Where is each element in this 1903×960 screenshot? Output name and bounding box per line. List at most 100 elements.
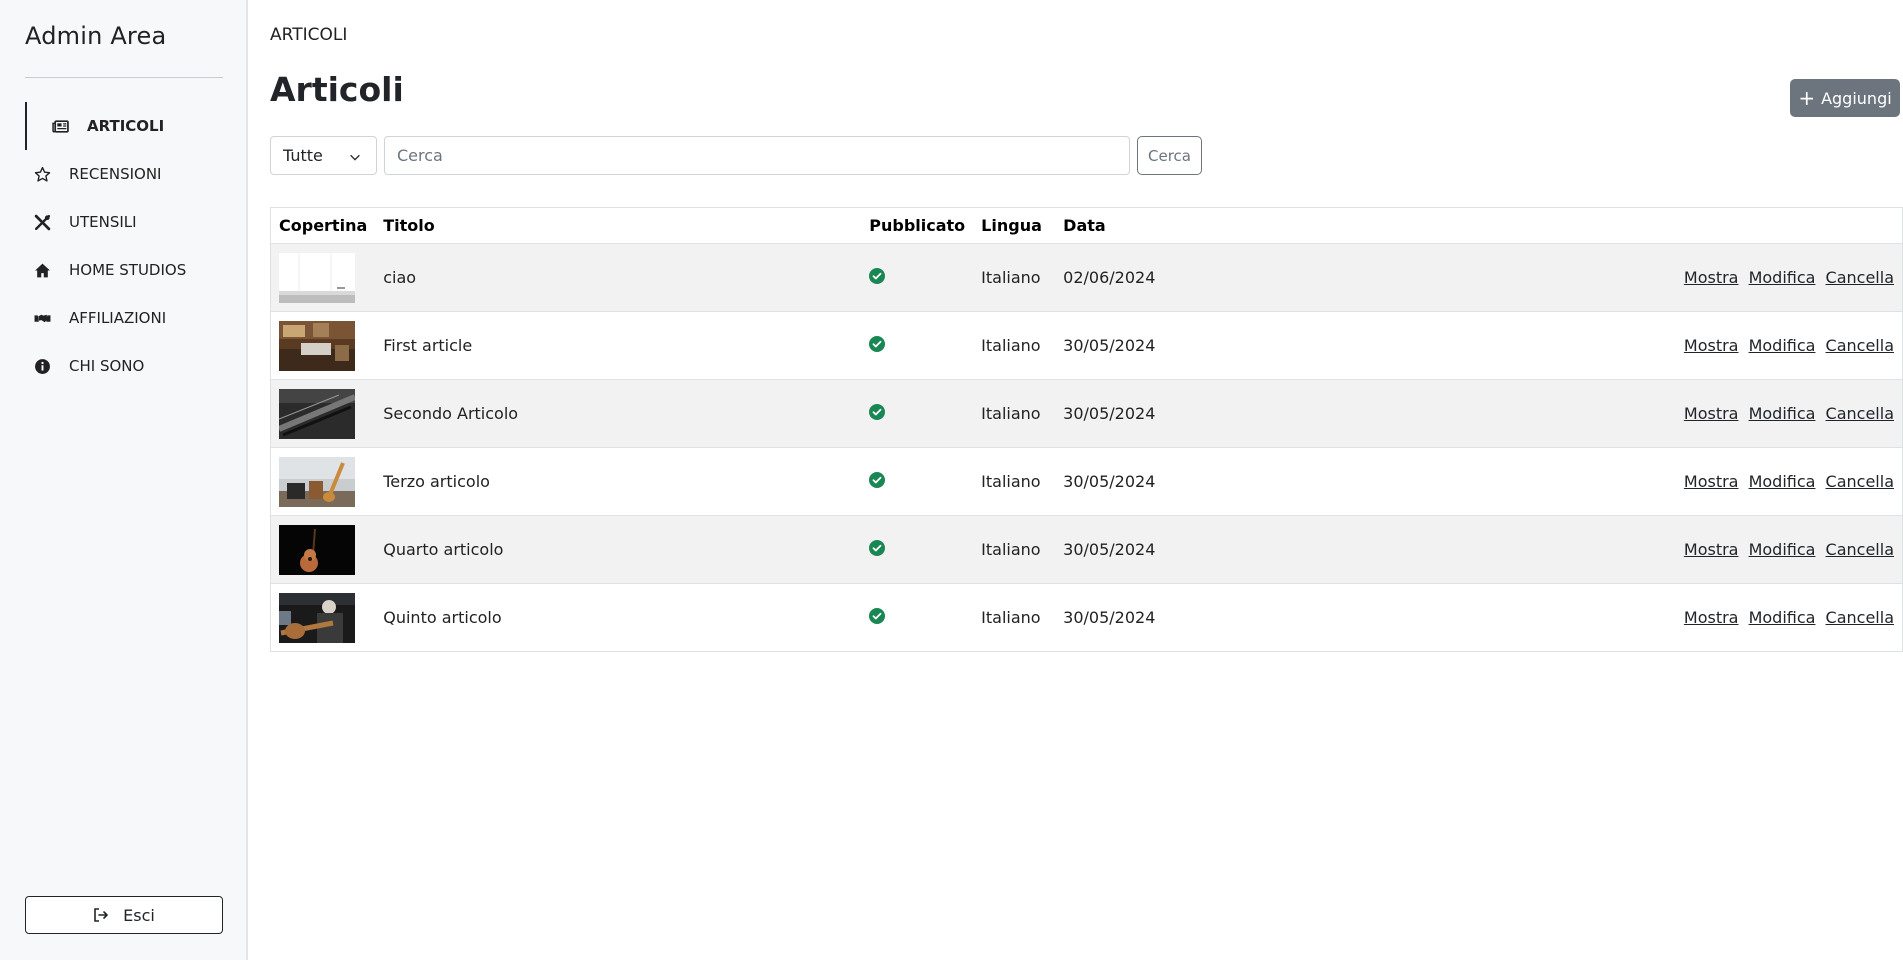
check-circle-icon [869,607,886,624]
delete-link[interactable]: Cancella [1826,404,1894,423]
home-icon [33,261,51,279]
date-cell: 30/05/2024 [1055,311,1326,380]
language-cell: Italiano [973,379,1056,448]
sidebar-item-label: HOME STUDIOS [69,261,187,279]
sidebar-item-label: ARTICOLI [87,117,165,135]
delete-link[interactable]: Cancella [1826,268,1894,287]
info-icon [33,357,51,375]
sidebar-item-label: AFFILIAZIONI [69,309,167,327]
delete-link[interactable]: Cancella [1826,336,1894,355]
delete-link[interactable]: Cancella [1826,472,1894,491]
column-header-lingua: Lingua [973,208,1056,244]
sidebar-item-chi-sono[interactable]: CHI SONO [25,342,223,390]
logout-button[interactable]: Esci [25,896,223,934]
title-cell: Quinto articolo [383,608,502,627]
table-row: ciao Italiano 02/06/2024 Mostra Modifica… [271,243,1902,312]
edit-link[interactable]: Modifica [1749,336,1816,355]
delete-link[interactable]: Cancella [1826,608,1894,627]
actions-cell: Mostra Modifica Cancella [1325,515,1902,584]
sidebar-item-home-studios[interactable]: HOME STUDIOS [25,246,223,294]
date-cell: 02/06/2024 [1055,243,1326,312]
published-cell [861,584,973,652]
sign-out-icon [94,908,108,922]
column-header-copertina: Copertina [271,208,376,244]
language-cell: Italiano [973,243,1056,312]
language-cell: Italiano [973,515,1056,584]
sidebar-item-articoli[interactable]: ARTICOLI [25,102,223,150]
check-circle-icon [869,471,886,488]
add-button[interactable]: + Aggiungi [1790,79,1900,117]
table-row: Quarto articolo Italiano 30/05/2024 Most… [271,515,1902,584]
show-link[interactable]: Mostra [1684,472,1739,491]
plus-icon: + [1798,86,1816,110]
cover-cell [271,447,376,516]
cover-cell [271,243,376,312]
cover-cell [271,379,376,448]
sidebar-divider [25,77,223,78]
articles-table: Copertina Titolo Pubblicato Lingua Data [270,207,1903,652]
actions-cell: Mostra Modifica Cancella [1325,584,1902,652]
edit-link[interactable]: Modifica [1749,608,1816,627]
sidebar-item-utensili[interactable]: UTENSILI [25,198,223,246]
show-link[interactable]: Mostra [1684,268,1739,287]
check-circle-icon [869,539,886,556]
cover-cell [271,311,376,380]
search-button[interactable]: Cerca [1137,136,1202,175]
category-select-value: Tutte [283,146,323,165]
check-circle-icon [869,403,886,420]
cover-image [279,388,355,439]
table-row: First article Italiano 30/05/2024 Mostra… [271,311,1902,380]
column-header-titolo: Titolo [375,208,862,244]
sidebar-item-affiliazioni[interactable]: AFFILIAZIONI [25,294,223,342]
published-cell [861,243,974,312]
published-cell [861,447,974,516]
show-link[interactable]: Mostra [1684,540,1739,559]
sidebar-item-label: CHI SONO [69,357,145,375]
brand-title: Admin Area [25,22,167,50]
title-cell: First article [375,311,862,380]
title-cell: Quarto articolo [375,515,862,584]
table-row: Secondo Articolo Italiano 30/05/2024 Mos… [271,379,1902,448]
date-cell: 30/05/2024 [1055,515,1326,584]
published-cell [861,379,974,448]
table-header-row: Copertina Titolo Pubblicato Lingua Data [271,208,1902,244]
table-row: Terzo articolo Italiano 30/05/2024 Mostr… [271,447,1902,516]
edit-link[interactable]: Modifica [1749,268,1816,287]
check-circle-icon [869,267,886,284]
chevron-down-icon [350,154,360,161]
sidebar-item-recensioni[interactable]: RECENSIONI [25,150,223,198]
logout-label: Esci [123,905,155,925]
edit-link[interactable]: Modifica [1749,404,1816,423]
show-link[interactable]: Mostra [1684,404,1739,423]
handshake-icon [33,309,51,327]
cover-image [279,320,355,371]
sidebar-nav: ARTICOLI RECENSIONI UTENSILI HOME STUDIO… [25,102,223,390]
actions-cell: Mostra Modifica Cancella [1325,379,1902,448]
category-select[interactable]: Tutte [270,136,377,175]
title-cell: Secondo Articolo [375,379,862,448]
newspaper-icon [51,117,69,135]
edit-link[interactable]: Modifica [1749,540,1816,559]
cover-image [279,456,355,507]
breadcrumb: ARTICOLI [270,25,348,45]
language-cell: Italiano [973,311,1056,380]
show-link[interactable]: Mostra [1684,336,1739,355]
sidebar: Admin Area ARTICOLI RECENSIONI UTENSILI … [0,0,248,960]
actions-cell: Mostra Modifica Cancella [1325,447,1902,516]
cover-image [279,524,355,575]
language-cell: Italiano [981,608,1041,627]
star-icon [33,165,51,183]
check-circle-icon [869,335,886,352]
column-header-actions [1325,208,1902,244]
show-link[interactable]: Mostra [1684,608,1739,627]
cover-cell [271,515,376,584]
delete-link[interactable]: Cancella [1826,540,1894,559]
edit-link[interactable]: Modifica [1749,472,1816,491]
title-cell: Terzo articolo [375,447,862,516]
date-cell: 30/05/2024 [1055,379,1326,448]
page-title: Articoli [270,70,404,109]
date-cell: 30/05/2024 [1055,447,1326,516]
search-input[interactable] [384,136,1130,175]
column-header-pubblicato: Pubblicato [861,208,974,244]
tools-icon [33,213,51,231]
